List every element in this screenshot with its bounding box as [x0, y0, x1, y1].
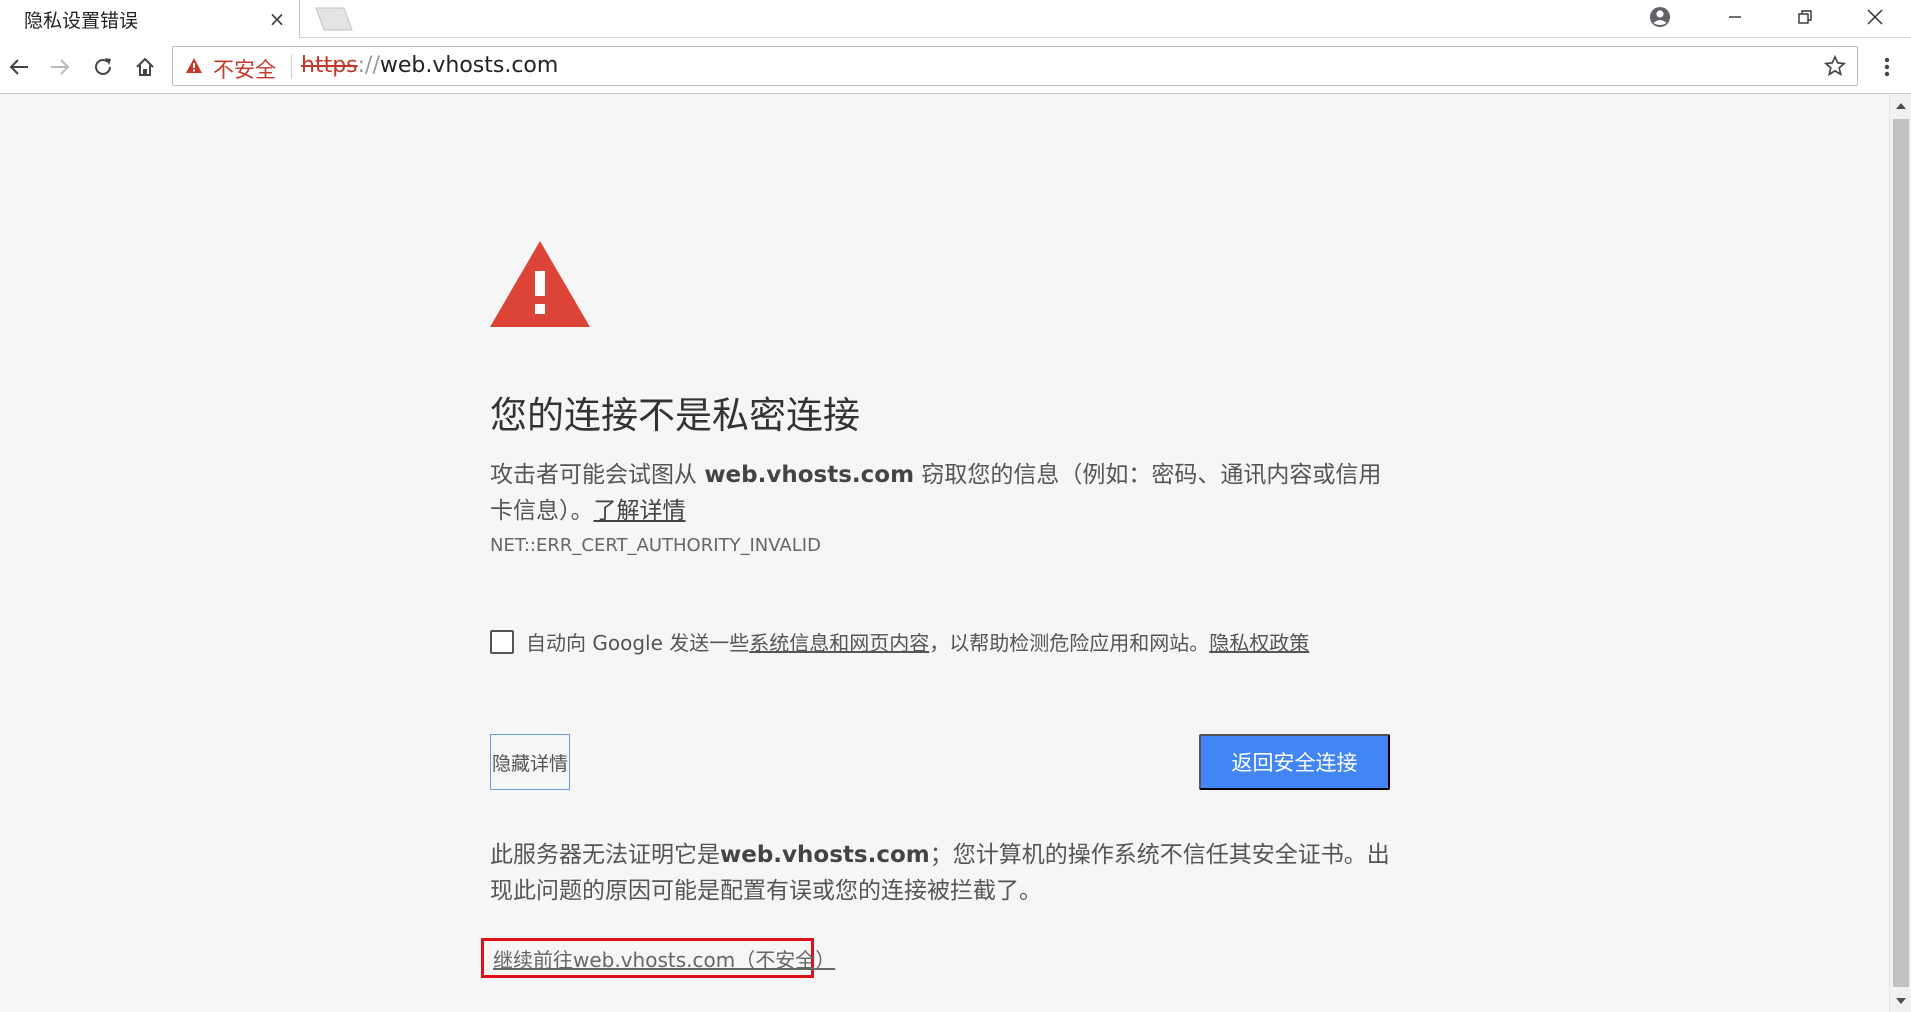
menu-dots-icon [1884, 57, 1890, 77]
url-host: web.vhosts.com [379, 53, 559, 78]
vertical-scrollbar[interactable] [1889, 95, 1911, 1012]
tab-strip: 隐私设置错误 × [0, 0, 1911, 38]
profile-icon [1650, 7, 1670, 27]
error-code: NET::ERR_CERT_AUTHORITY_INVALID [490, 535, 821, 556]
new-tab-icon [315, 7, 353, 31]
minimize-button[interactable] [1706, 0, 1764, 34]
forward-button[interactable] [43, 50, 77, 84]
home-button[interactable] [128, 50, 162, 84]
explain-host: web.vhosts.com [704, 462, 915, 488]
warning-triangle-icon [186, 58, 202, 73]
address-divider [291, 55, 292, 79]
scroll-up-button[interactable] [1890, 95, 1911, 117]
back-arrow-icon [9, 59, 28, 75]
privacy-policy-link[interactable]: 隐私权政策 [1209, 631, 1309, 655]
warning-triangle-icon [490, 241, 590, 327]
explain-prefix: 攻击者可能会试图从 [490, 462, 705, 488]
scroll-thumb[interactable] [1893, 119, 1909, 987]
proceed-highlight-box: 继续前往web.vhosts.com（不安全） [481, 938, 835, 978]
extended-reporting-checkbox[interactable] [490, 629, 514, 654]
scroll-down-arrow-icon [1896, 998, 1906, 1004]
browser-menu-button[interactable] [1870, 50, 1904, 84]
tab-title: 隐私设置错误 [24, 10, 139, 32]
url-scheme: https [301, 53, 358, 78]
window-close-button[interactable] [1846, 0, 1904, 34]
maximize-icon [1798, 10, 1812, 24]
optin-text: 自动向 Google 发送一些系统信息和网页内容，以帮助检测危险应用和网站。隐私… [526, 627, 1309, 656]
minimize-icon [1729, 16, 1741, 18]
tab-close-icon[interactable]: × [266, 8, 288, 30]
url-separator: :// [357, 53, 380, 78]
reload-icon [95, 58, 111, 75]
system-info-link[interactable]: 系统信息和网页内容 [749, 631, 929, 655]
url-text[interactable]: https://web.vhosts.com [301, 53, 558, 78]
bookmark-button[interactable] [1819, 50, 1851, 82]
back-to-safety-button[interactable]: 返回安全连接 [1199, 734, 1390, 790]
forward-arrow-icon [51, 59, 70, 75]
learn-more-link[interactable]: 了解详情 [594, 498, 686, 524]
page-title: 您的连接不是私密连接 [490, 394, 860, 437]
new-tab-button[interactable] [310, 6, 356, 32]
window-close-icon [1867, 9, 1883, 25]
star-icon [1824, 55, 1846, 76]
security-status-label[interactable]: 不安全 [213, 54, 276, 84]
extended-reporting-optin: 自动向 Google 发送一些系统信息和网页内容，以帮助检测危险应用和网站。隐私… [490, 627, 1309, 656]
browser-toolbar: 不安全 https://web.vhosts.com [0, 38, 1911, 94]
optin-suffix: ，以帮助检测危险应用和网站。 [929, 631, 1210, 655]
restore-button[interactable] [1776, 0, 1834, 34]
details-host: web.vhosts.com [720, 842, 930, 868]
hide-details-button[interactable]: 隐藏详情 [490, 734, 570, 790]
details-prefix: 此服务器无法证明它是 [490, 842, 720, 868]
back-button[interactable] [2, 50, 36, 84]
details-text: 此服务器无法证明它是web.vhosts.com；您计算机的操作系统不信任其安全… [490, 837, 1390, 909]
reload-button[interactable] [86, 50, 120, 84]
home-icon [136, 57, 154, 76]
proceed-unsafe-link[interactable]: 继续前往web.vhosts.com（不安全） [493, 944, 835, 973]
scroll-up-arrow-icon [1896, 103, 1906, 109]
address-bar[interactable]: 不安全 https://web.vhosts.com [172, 46, 1858, 86]
optin-prefix: 自动向 Google 发送一些 [526, 631, 750, 655]
profile-button[interactable] [1632, 0, 1688, 34]
tab-active[interactable]: 隐私设置错误 × [0, 0, 300, 38]
explanation-text: 攻击者可能会试图从 web.vhosts.com 窃取您的信息（例如：密码、通讯… [490, 457, 1390, 529]
scroll-down-button[interactable] [1890, 990, 1911, 1012]
